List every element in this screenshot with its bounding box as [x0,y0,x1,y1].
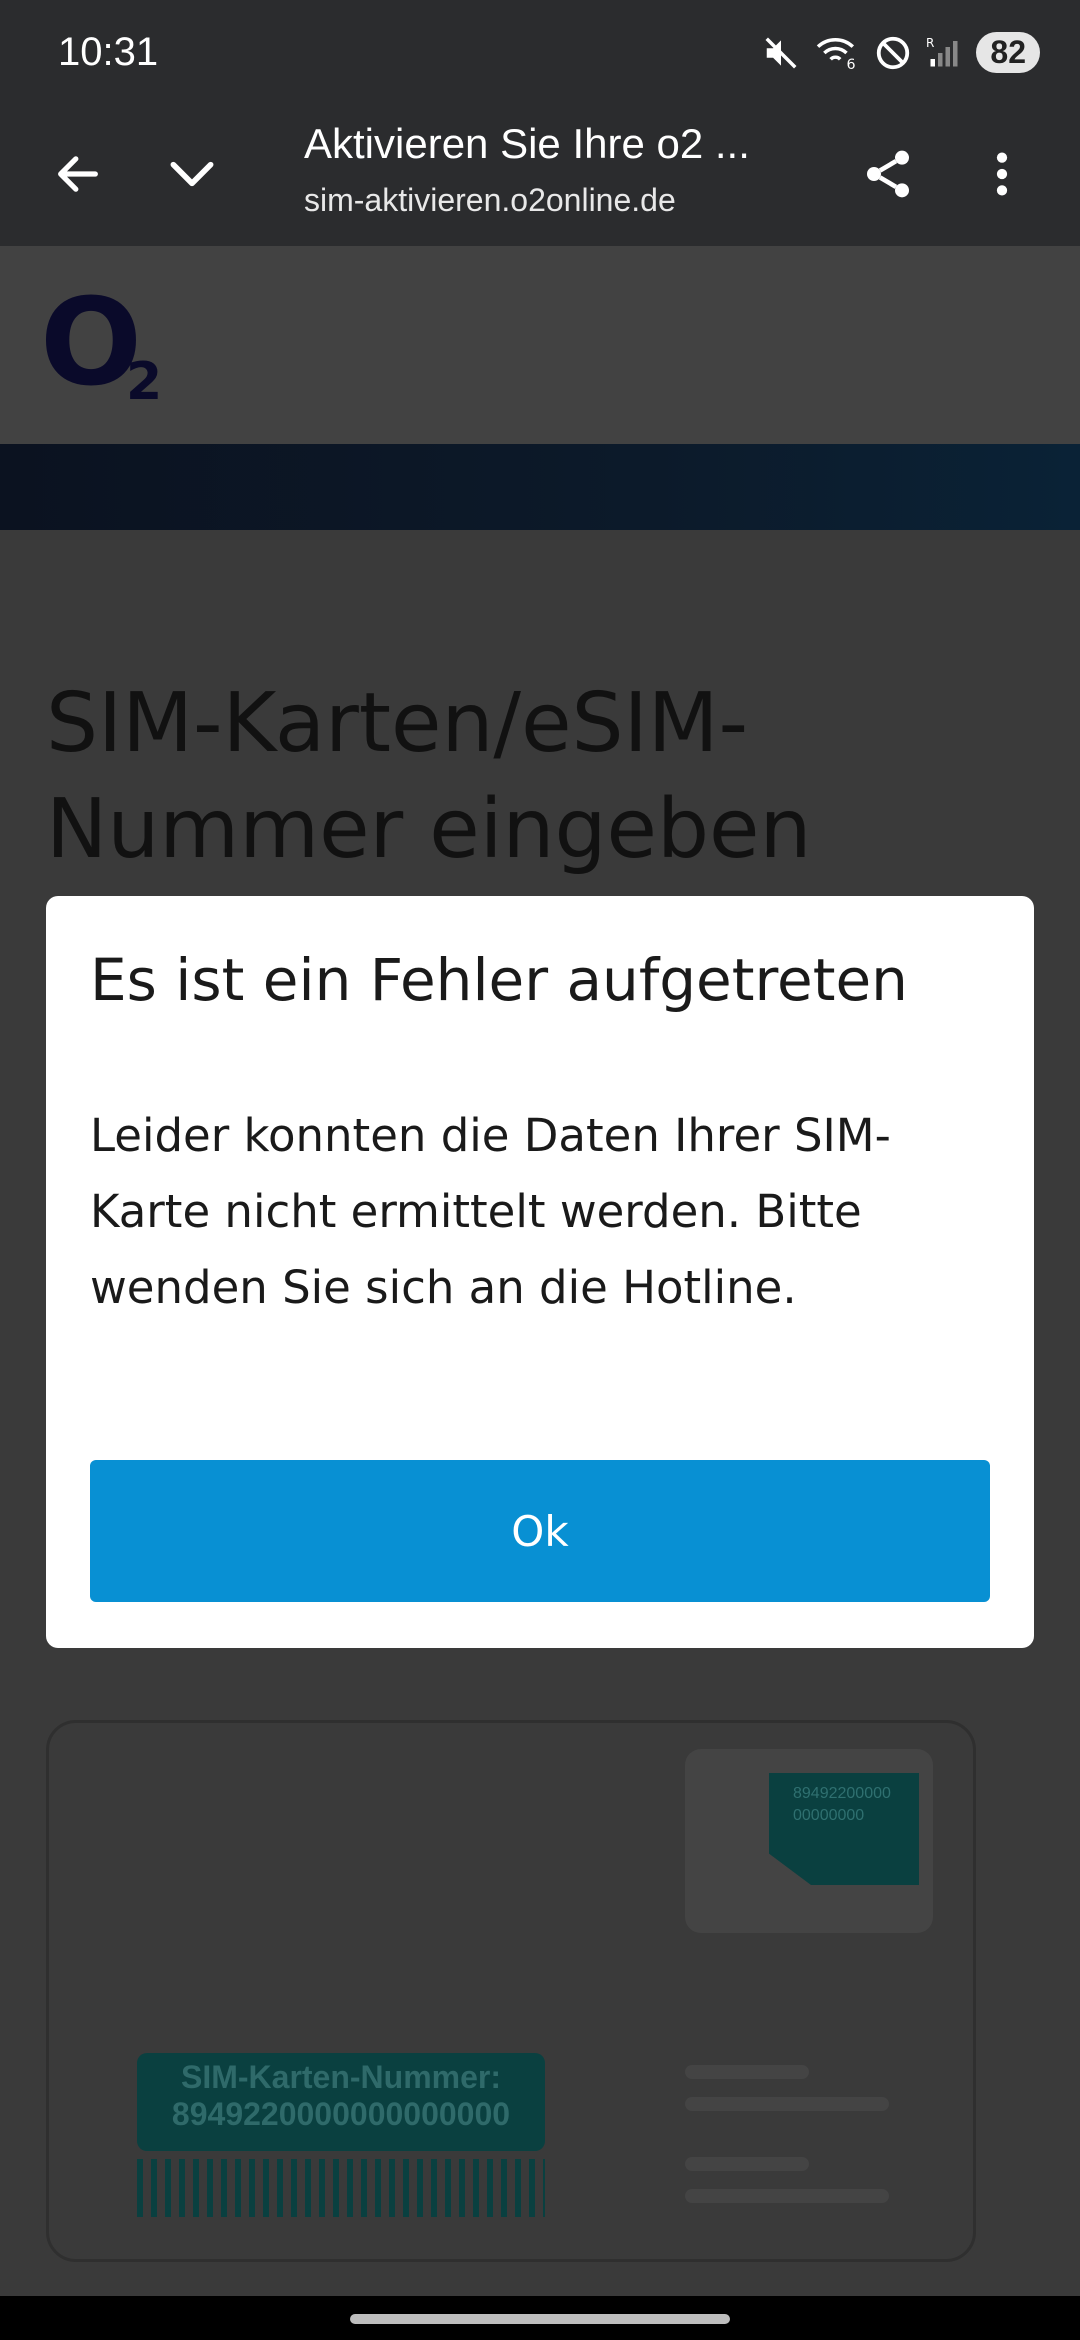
minimize-button[interactable] [156,140,228,212]
svg-text:6: 6 [847,56,856,71]
status-time: 10:31 [58,30,159,74]
status-icons: 6 R 82 [762,32,1040,73]
navigation-bar [0,2296,1080,2340]
status-bar: 10:31 6 R 82 [0,0,1080,110]
ok-button[interactable]: Ok [90,1460,990,1602]
do-not-disturb-icon [874,34,912,72]
battery-indicator: 82 [976,32,1040,73]
wifi-icon: 6 [814,34,860,72]
back-button[interactable] [42,140,114,212]
browser-toolbar: Aktivieren Sie Ihre o2 ... sim-aktiviere… [0,110,1080,246]
share-button[interactable] [852,140,924,212]
more-options-button[interactable] [966,140,1038,212]
svg-text:R: R [926,36,934,50]
dialog-title: Es ist ein Fehler aufgetreten [90,946,908,1014]
more-vert-icon [974,146,1030,206]
chevron-down-icon [164,146,220,206]
error-dialog: Es ist ein Fehler aufgetreten Leider kon… [46,896,1034,1648]
gesture-handle[interactable] [350,2314,730,2324]
page-url[interactable]: sim-aktivieren.o2online.de [304,182,676,219]
dialog-message: Leider konnten die Daten Ihrer SIM-Karte… [90,1109,891,1314]
share-icon [860,146,916,206]
back-arrow-icon [52,148,104,204]
mute-icon [762,34,800,72]
signal-icon: R [926,34,962,72]
page-title[interactable]: Aktivieren Sie Ihre o2 ... [304,120,750,168]
